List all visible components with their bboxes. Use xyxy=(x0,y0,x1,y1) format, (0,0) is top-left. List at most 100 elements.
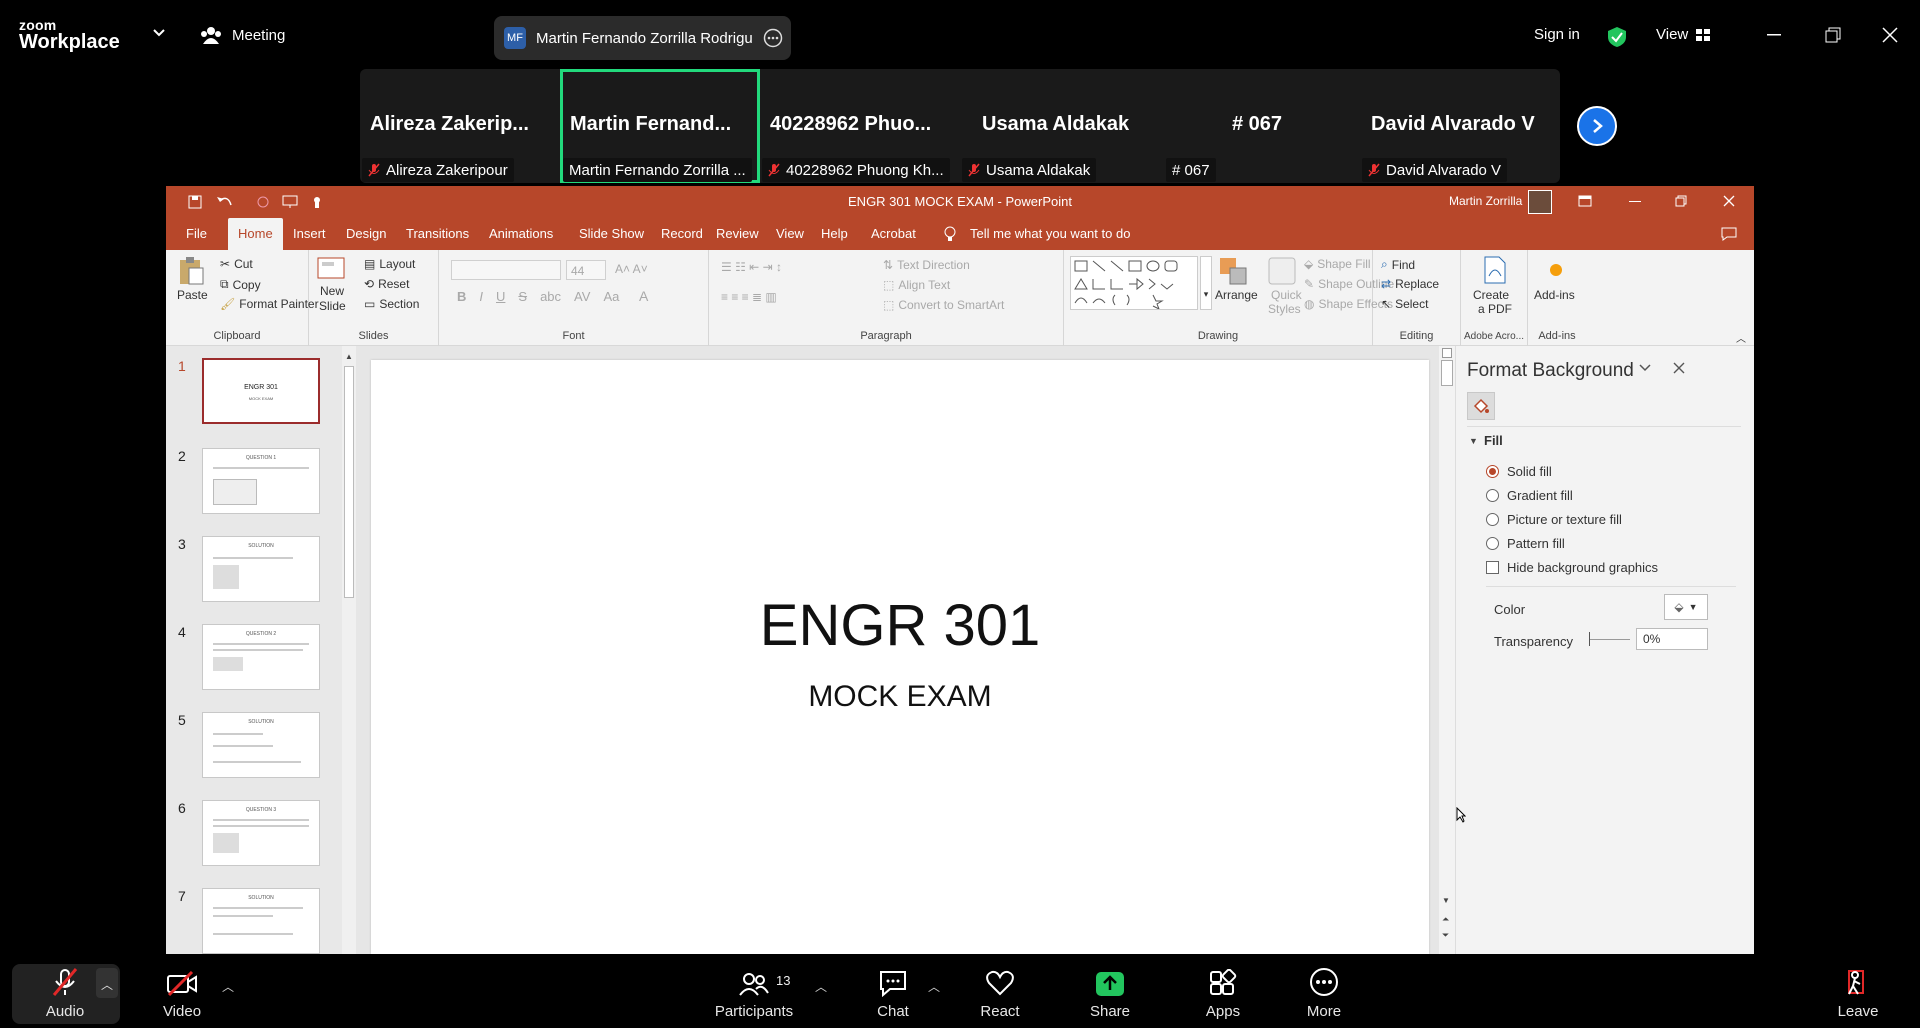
video-options-caret[interactable]: ︿ xyxy=(222,978,234,995)
previous-slide-icon[interactable]: ⏶ xyxy=(1442,914,1449,925)
close-icon[interactable] xyxy=(1882,27,1898,43)
slide-thumbnail[interactable]: SOLUTION xyxy=(202,536,320,602)
transparency-input[interactable]: 0% xyxy=(1636,628,1708,650)
tab-acrobat[interactable]: Acrobat xyxy=(863,218,924,250)
pattern-fill-radio[interactable]: Pattern fill xyxy=(1486,536,1565,551)
participant-tile[interactable]: David Alvarado V David Alvarado V xyxy=(1360,69,1560,183)
copy-button[interactable]: ⧉ Copy xyxy=(220,277,261,292)
replace-button[interactable]: ⇄ Replace xyxy=(1381,277,1439,291)
participant-tile[interactable]: 40228962 Phuo... 40228962 Phuong Kh... xyxy=(760,69,960,183)
transparency-slider[interactable] xyxy=(1590,639,1630,640)
paste-button[interactable] xyxy=(178,256,204,286)
tab-home[interactable]: Home xyxy=(228,218,283,250)
current-slide[interactable]: ENGR 301 MOCK EXAM xyxy=(371,360,1429,954)
share-button[interactable]: Share xyxy=(1070,960,1150,1028)
fill-collapse-icon[interactable]: ▼ xyxy=(1469,436,1478,446)
shapes-gallery[interactable] xyxy=(1070,256,1198,310)
comments-icon[interactable] xyxy=(1721,227,1737,241)
slide-scrollbar[interactable]: ▼ ⏶ ⏷ xyxy=(1439,346,1455,954)
ribbon-display-icon[interactable] xyxy=(1578,195,1592,207)
participant-tile-active[interactable]: Martin Fernand... Martin Fernando Zorril… xyxy=(560,69,760,183)
arrange-button[interactable] xyxy=(1218,256,1248,286)
reset-button[interactable]: ⟲ Reset xyxy=(364,277,409,291)
slide-thumbnail[interactable]: ENGR 301 MOCK EXAM xyxy=(202,358,320,424)
meeting-menu[interactable]: Meeting xyxy=(200,26,285,44)
hide-background-checkbox[interactable]: Hide background graphics xyxy=(1486,560,1658,575)
cut-button[interactable]: ✂ Cut xyxy=(220,257,253,271)
quick-styles-button[interactable] xyxy=(1267,256,1297,286)
audio-options-caret[interactable]: ︿ xyxy=(96,968,118,998)
gradient-fill-radio[interactable]: Gradient fill xyxy=(1486,488,1573,503)
chat-options-caret[interactable]: ︿ xyxy=(928,978,940,995)
addins-button[interactable]: Add-ins xyxy=(1534,288,1575,302)
slide-title[interactable]: ENGR 301 xyxy=(371,592,1429,659)
addins-icon[interactable] xyxy=(1550,264,1562,276)
more-button[interactable]: More xyxy=(1284,960,1364,1028)
avatar[interactable] xyxy=(1528,190,1552,214)
tab-review[interactable]: Review xyxy=(708,218,767,250)
view-button[interactable]: View xyxy=(1656,26,1711,43)
find-button[interactable]: ⌕ Find xyxy=(1381,257,1415,272)
align-text-button[interactable]: ⬚ Align Text xyxy=(883,278,950,292)
tab-help[interactable]: Help xyxy=(813,218,856,250)
slide-thumbnail[interactable]: SOLUTION xyxy=(202,888,320,954)
scroll-thumb[interactable] xyxy=(1441,360,1453,386)
next-page-button[interactable] xyxy=(1577,106,1617,146)
pdf-icon[interactable] xyxy=(1483,256,1507,284)
minimize-icon[interactable] xyxy=(1767,34,1781,36)
participant-tile[interactable]: # 067 # 067 xyxy=(1160,69,1360,183)
participants-button[interactable]: Participants xyxy=(704,960,804,1028)
video-button[interactable]: Video xyxy=(137,960,227,1028)
pane-close-icon[interactable] xyxy=(1673,362,1685,374)
more-options-icon[interactable] xyxy=(763,28,783,48)
align-buttons[interactable]: ≡ ≡ ≡ ≣ ▥ xyxy=(721,290,777,304)
ppt-restore-icon[interactable] xyxy=(1675,195,1687,207)
ppt-minimize-icon[interactable] xyxy=(1629,201,1641,203)
tab-view[interactable]: View xyxy=(768,218,812,250)
leave-button[interactable]: Leave xyxy=(1818,960,1898,1028)
next-slide-icon[interactable]: ⏷ xyxy=(1442,930,1449,941)
ppt-close-icon[interactable] xyxy=(1723,195,1735,207)
solid-fill-radio[interactable]: Solid fill xyxy=(1486,464,1552,479)
participant-tile[interactable]: Usama Aldakak Usama Aldakak xyxy=(960,69,1160,183)
select-button[interactable]: ↖ Select xyxy=(1381,297,1428,311)
format-painter-button[interactable]: 🖌 Format Painter xyxy=(220,297,319,311)
slide-subtitle[interactable]: MOCK EXAM xyxy=(371,680,1429,714)
section-button[interactable]: ▭ Section xyxy=(364,297,419,311)
pane-options-chevron-icon[interactable] xyxy=(1639,364,1651,372)
active-speaker-pill[interactable]: MF Martin Fernando Zorrilla Rodrigu xyxy=(494,16,791,60)
list-buttons[interactable]: ☰ ☷ ⇤ ⇥ ↕ xyxy=(721,260,782,274)
font-size-input[interactable]: 44 xyxy=(566,260,606,280)
fill-tab-icon[interactable] xyxy=(1467,392,1495,420)
shapes-more-icon[interactable]: ▾ xyxy=(1200,256,1212,310)
font-color-icon[interactable]: A xyxy=(639,288,648,304)
tab-transitions[interactable]: Transitions xyxy=(398,218,477,250)
font-name-input[interactable] xyxy=(451,260,561,280)
tab-animations[interactable]: Animations xyxy=(481,218,561,250)
participant-tile[interactable]: Alireza Zakerip... Alireza Zakeripour xyxy=(360,69,560,183)
color-picker-button[interactable]: ⬙ ▼ xyxy=(1664,594,1708,620)
slide-thumbnail[interactable]: QUESTION 1 xyxy=(202,448,320,514)
apps-button[interactable]: Apps xyxy=(1183,960,1263,1028)
tab-file[interactable]: File xyxy=(178,218,215,250)
tab-record[interactable]: Record xyxy=(653,218,711,250)
tab-slide-show[interactable]: Slide Show xyxy=(571,218,652,250)
tab-design[interactable]: Design xyxy=(338,218,394,250)
shield-check-icon[interactable] xyxy=(1607,26,1627,48)
restore-icon[interactable] xyxy=(1825,27,1841,43)
convert-smartart-button[interactable]: ⬚ Convert to SmartArt xyxy=(883,298,1004,312)
chevron-down-icon[interactable] xyxy=(152,28,166,38)
slide-thumbnail[interactable]: QUESTION 2 xyxy=(202,624,320,690)
tell-me-search[interactable]: Tell me what you want to do xyxy=(962,218,1138,250)
layout-button[interactable]: ▤ Layout xyxy=(364,257,415,271)
text-direction-button[interactable]: ⇅ Text Direction xyxy=(883,258,970,272)
fill-section-label[interactable]: Fill xyxy=(1484,433,1503,448)
scroll-down-icon[interactable]: ▼ xyxy=(1442,896,1450,905)
slide-thumbnail[interactable]: SOLUTION xyxy=(202,712,320,778)
picture-fill-radio[interactable]: Picture or texture fill xyxy=(1486,512,1622,527)
collapse-ribbon-icon[interactable]: ︿ xyxy=(1736,330,1746,345)
thumbnail-scrollbar[interactable]: ▲ xyxy=(342,346,356,954)
tab-insert[interactable]: Insert xyxy=(285,218,334,250)
chat-button[interactable]: Chat xyxy=(853,960,933,1028)
shape-fill-button[interactable]: ⬙ Shape Fill xyxy=(1304,257,1371,271)
